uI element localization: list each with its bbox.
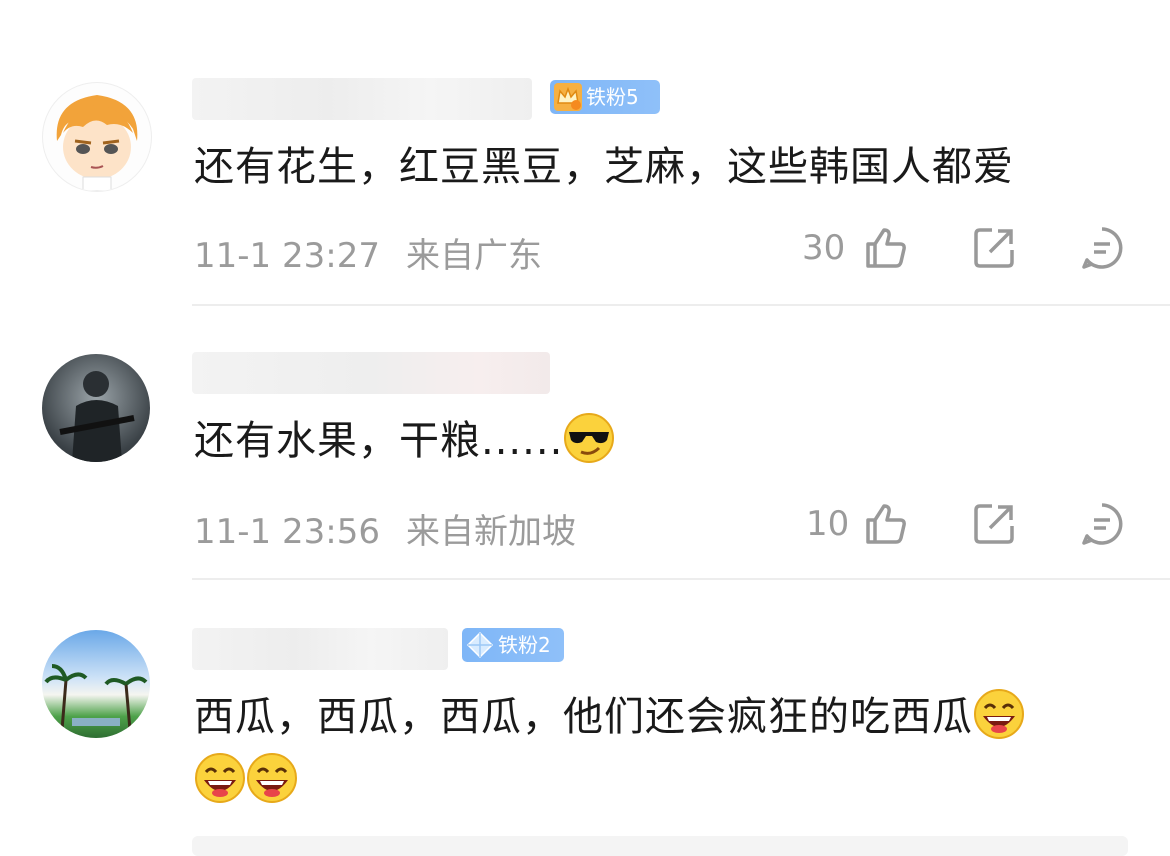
fan-badge[interactable]: 铁粉2 [462, 628, 564, 662]
like-icon[interactable] [862, 500, 910, 548]
like-count: 10 [806, 504, 850, 544]
divider [192, 578, 1170, 580]
comment-icon[interactable] [1078, 224, 1126, 272]
avatar[interactable] [42, 82, 152, 192]
cartoon-boy-avatar [56, 95, 138, 191]
divider [192, 304, 1170, 306]
share-icon[interactable] [970, 224, 1018, 272]
comment-meta: 11-1 23:27 来自广东 [194, 228, 542, 277]
crown-icon [554, 83, 582, 111]
diamond-icon [466, 631, 494, 659]
comment-text-content: 西瓜，西瓜，西瓜，他们还会疯狂的吃西瓜 [194, 694, 973, 740]
timestamp: 11-1 23:56 [194, 512, 380, 552]
timestamp: 11-1 23:27 [194, 236, 380, 276]
reply-preview-box[interactable] [192, 836, 1128, 856]
like-icon[interactable] [862, 224, 910, 272]
avatar[interactable] [42, 354, 150, 462]
palm-beach-avatar [44, 664, 148, 731]
avatar[interactable] [42, 630, 150, 738]
comment-text-content: 还有水果，干粮...... [194, 418, 564, 464]
username-blurred[interactable] [192, 352, 550, 394]
share-icon[interactable] [970, 500, 1018, 548]
username-blurred[interactable] [192, 78, 532, 120]
comment-text-line2 [194, 752, 298, 810]
like-count: 30 [802, 228, 846, 268]
badge-label: 铁粉2 [498, 633, 551, 657]
badge-label: 铁粉5 [586, 85, 639, 109]
laugh-emoji-icon [247, 753, 297, 803]
location: 来自新加坡 [405, 512, 576, 552]
comment-text: 还有水果，干粮...... [194, 412, 615, 470]
soldier-avatar [59, 371, 135, 462]
laugh-emoji-icon [974, 689, 1024, 739]
comment-icon[interactable] [1078, 500, 1126, 548]
comment-text: 还有花生，红豆黑豆，芝麻，这些韩国人都爱 [194, 144, 1014, 190]
username-blurred[interactable] [192, 628, 448, 670]
comment-meta: 11-1 23:56 来自新加坡 [194, 504, 576, 553]
comment-text: 西瓜，西瓜，西瓜，他们还会疯狂的吃西瓜 [194, 688, 1025, 746]
location: 来自广东 [405, 236, 542, 276]
cool-emoji-icon [564, 413, 615, 463]
laugh-emoji-icon [195, 753, 245, 803]
fan-badge[interactable]: 铁粉5 [550, 80, 660, 114]
